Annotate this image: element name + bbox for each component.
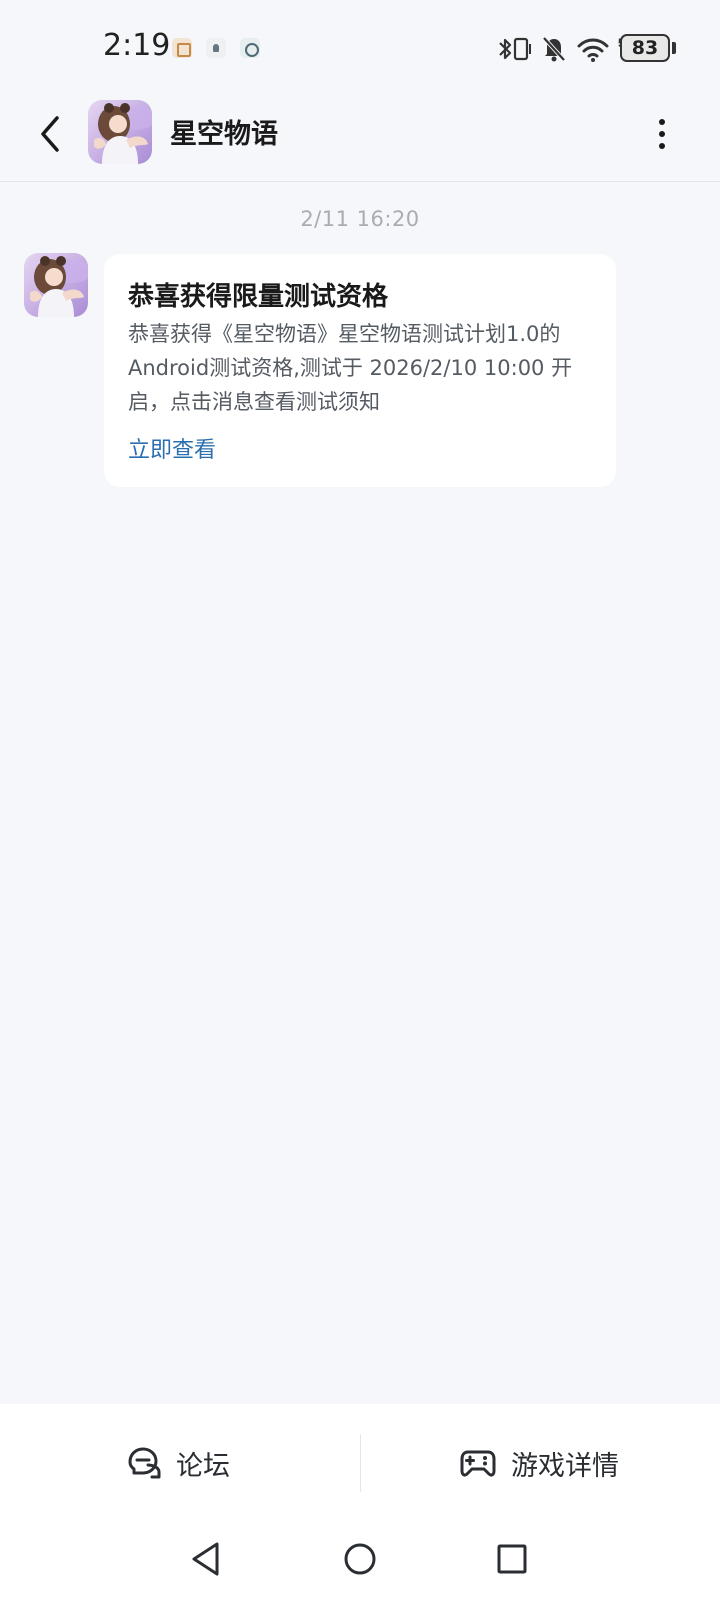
game-details-label: 游戏详情 <box>511 1450 619 1482</box>
app-notification-icon <box>206 38 226 58</box>
nav-home-button[interactable] <box>335 1534 385 1584</box>
view-now-link[interactable]: 立即查看 <box>128 432 216 464</box>
game-details-button[interactable]: 游戏详情 <box>459 1404 619 1522</box>
app-notification-icon <box>172 38 192 58</box>
nav-home-icon <box>344 1543 376 1575</box>
battery-icon: 83 <box>620 34 670 62</box>
chat-header: 星空物语 <box>0 96 720 182</box>
status-bar: 2:19 83 <box>0 0 720 96</box>
status-time: 2:19 <box>103 28 171 63</box>
game-avatar[interactable] <box>88 100 152 164</box>
gamepad-icon <box>460 1450 496 1477</box>
back-button[interactable] <box>22 106 78 162</box>
bottom-action-bar: 论坛 游戏详情 <box>0 1404 720 1522</box>
forum-label: 论坛 <box>176 1450 230 1482</box>
app-notification-icon <box>240 38 260 58</box>
nav-recents-icon <box>497 1544 527 1574</box>
game-avatar-image <box>88 100 152 164</box>
back-arrow-icon <box>41 116 59 152</box>
sender-avatar-image <box>24 253 88 317</box>
sender-avatar[interactable] <box>24 253 88 317</box>
forum-chat-icon <box>128 1447 161 1479</box>
more-options-button[interactable] <box>640 106 684 162</box>
wifi-icon <box>576 34 610 64</box>
bottom-divider <box>360 1434 361 1492</box>
more-vertical-icon <box>659 119 665 149</box>
message-body: 恭喜获得《星空物语》星空物语测试计划1.0的Android测试资格,测试于 20… <box>128 322 573 414</box>
notification-icons <box>172 38 260 58</box>
message-title: 恭喜获得限量测试资格 <box>128 282 389 312</box>
mute-icon <box>540 34 568 64</box>
nav-recents-button[interactable] <box>487 1534 537 1584</box>
forum-button[interactable]: 论坛 <box>126 1404 230 1522</box>
message-timestamp: 2/11 16:20 <box>300 207 420 231</box>
battery-level: 83 <box>631 37 659 59</box>
bluetooth-vibrate-icon <box>496 34 532 64</box>
nav-back-button[interactable] <box>181 1534 231 1584</box>
chat-title: 星空物语 <box>170 119 278 150</box>
screen: 2:19 83 星空物语 2/11 16:20 恭喜获得限量测试资格 恭喜获得《… <box>0 0 720 1600</box>
system-nav-bar <box>0 1522 720 1600</box>
message-card[interactable]: 恭喜获得限量测试资格 恭喜获得《星空物语》星空物语测试计划1.0的Android… <box>104 254 616 487</box>
battery-tip <box>672 42 676 54</box>
nav-back-icon <box>192 1542 219 1576</box>
